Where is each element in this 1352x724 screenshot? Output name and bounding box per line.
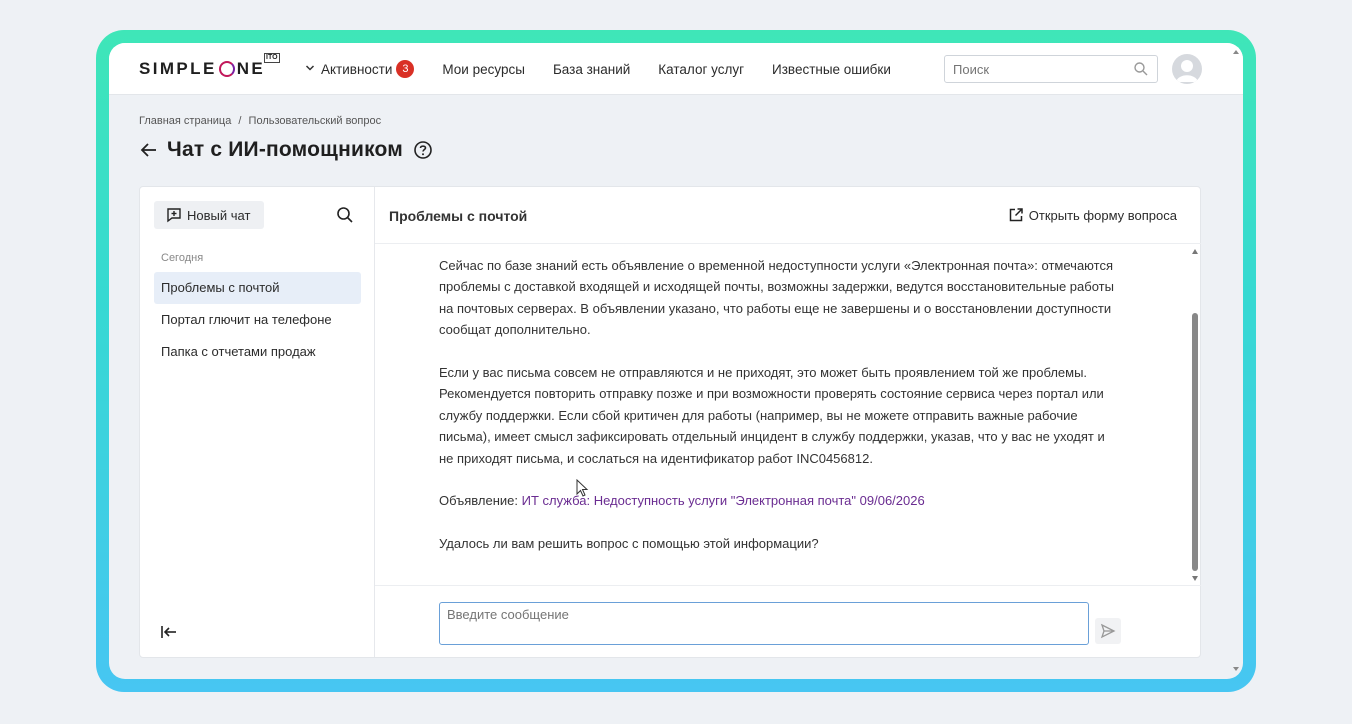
send-icon (1100, 623, 1116, 639)
search-box (944, 55, 1158, 83)
nav-activities[interactable]: Активности 3 (305, 60, 415, 78)
breadcrumb-current: Пользовательский вопрос (248, 115, 382, 127)
message-area: Сейчас по базе знаний есть объявление о … (375, 245, 1201, 585)
nav-known-errors[interactable]: Известные ошибки (772, 62, 891, 77)
logo-badge: ITO (264, 53, 280, 63)
search-icon[interactable] (336, 206, 354, 224)
send-button[interactable] (1095, 618, 1121, 644)
chat-card: Новый чат Сегодня Проблемы с почтой Порт… (139, 186, 1201, 658)
message-composer (375, 585, 1201, 657)
search-input[interactable] (945, 56, 1125, 82)
chat-main: Проблемы с почтой Открыть форму вопроса … (375, 187, 1201, 657)
new-chat-label: Новый чат (187, 207, 251, 223)
logo-o-icon (218, 61, 235, 77)
logo-text-left: SIMPLE (139, 59, 217, 78)
chat-list: Проблемы с почтой Портал глючит на телеф… (154, 272, 361, 368)
nav-my-resources[interactable]: Мои ресурсы (442, 62, 525, 77)
nav-service-catalog[interactable]: Каталог услуг (658, 62, 744, 77)
scroll-up-icon[interactable] (1192, 249, 1198, 254)
scroll-down-icon[interactable] (1192, 576, 1198, 581)
chat-list-item[interactable]: Проблемы с почтой (154, 272, 361, 304)
chat-list-item[interactable]: Папка с отчетами продаж (154, 336, 361, 368)
app-window: SIMPLE NE ITO Активности 3 Мои ресурсы Б… (109, 43, 1243, 679)
page-scrollbar[interactable] (1230, 45, 1242, 677)
message-paragraph: Сейчас по базе знаний есть объявление о … (439, 258, 1114, 338)
announcement-prefix: Объявление: (439, 493, 518, 509)
breadcrumb-home[interactable]: Главная страница (139, 115, 231, 127)
logo-text-right: NE (236, 59, 266, 78)
chevron-down-icon (305, 63, 315, 76)
open-question-form-button[interactable]: Открыть форму вопроса (1008, 207, 1177, 223)
logo[interactable]: SIMPLE NE ITO (139, 53, 280, 79)
message-question: Удалось ли вам решить вопрос с помощью э… (439, 536, 819, 552)
nav-activities-label: Активности (321, 61, 393, 77)
breadcrumb: Главная страница / Пользовательский вопр… (139, 115, 385, 127)
announcement-line: Объявление: ИТ служба: Недоступность усл… (439, 490, 1119, 511)
nav-knowledge-base[interactable]: База знаний (553, 62, 630, 77)
chat-list-item[interactable]: Портал глючит на телефоне (154, 304, 361, 336)
user-avatar[interactable] (1172, 54, 1202, 84)
chat-title: Проблемы с почтой (389, 208, 528, 224)
collapse-sidebar-icon[interactable] (160, 623, 178, 641)
new-chat-icon (167, 208, 181, 223)
mouse-cursor-icon (576, 479, 589, 497)
message-scrollbar[interactable] (1189, 245, 1201, 585)
help-icon[interactable] (413, 140, 433, 160)
page-header: Чат с ИИ-помощником (139, 138, 433, 162)
scroll-thumb[interactable] (1192, 313, 1198, 571)
message-input[interactable] (439, 602, 1089, 645)
main-nav: Активности 3 Мои ресурсы База знаний Кат… (305, 43, 919, 95)
activities-count-badge: 3 (396, 60, 415, 78)
chat-header: Проблемы с почтой Открыть форму вопроса (375, 187, 1201, 244)
user-icon (1176, 60, 1198, 82)
breadcrumb-separator: / (238, 115, 242, 127)
search-icon[interactable] (1133, 61, 1149, 77)
open-question-form-label: Открыть форму вопроса (1028, 207, 1177, 223)
new-chat-button[interactable]: Новый чат (154, 201, 264, 229)
message-paragraph: Если у вас письма совсем не отправляются… (439, 365, 1105, 466)
back-arrow-icon[interactable] (139, 140, 159, 160)
assistant-message: Сейчас по базе знаний есть объявление о … (439, 255, 1119, 576)
chat-sidebar: Новый чат Сегодня Проблемы с почтой Порт… (140, 187, 375, 657)
page-scroll-arrows-icon (1233, 50, 1239, 671)
top-navigation-bar: SIMPLE NE ITO Активности 3 Мои ресурсы Б… (109, 43, 1243, 95)
section-label-today: Сегодня (161, 252, 204, 264)
external-link-icon (1009, 208, 1023, 222)
page-title: Чат с ИИ-помощником (167, 138, 403, 161)
